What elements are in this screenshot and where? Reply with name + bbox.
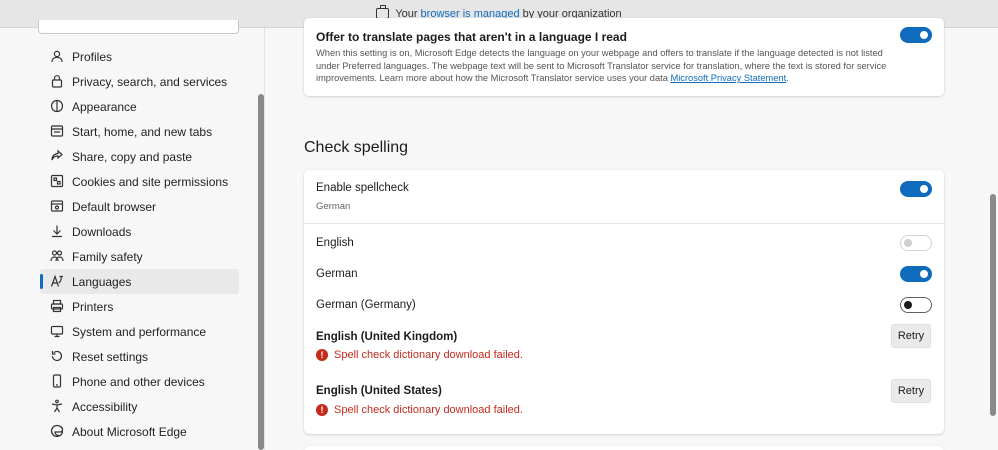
- language-english-uk-label: English (United Kingdom): [316, 331, 458, 343]
- enable-spellcheck-toggle[interactable]: [900, 181, 932, 197]
- sidebar-item-about[interactable]: About Microsoft Edge: [40, 419, 239, 444]
- lock-icon: [50, 74, 64, 88]
- sidebar-item-system[interactable]: System and performance: [40, 319, 239, 344]
- sidebar-item-label: Reset settings: [72, 349, 149, 364]
- sidebar-item-reset[interactable]: Reset settings: [40, 344, 239, 369]
- language-german-germany-toggle[interactable]: [900, 297, 932, 313]
- sidebar-item-label: Phone and other devices: [72, 374, 205, 389]
- english-us-error-text: Spell check dictionary download failed.: [334, 404, 523, 416]
- sidebar-item-label: Profiles: [72, 49, 113, 64]
- sidebar-item-label: Languages: [72, 274, 132, 289]
- sidebar-item-accessibility[interactable]: Accessibility: [40, 394, 239, 419]
- error-icon: !: [316, 349, 328, 361]
- appearance-icon: [50, 99, 64, 113]
- language-german-toggle[interactable]: [900, 266, 932, 282]
- translate-description-text: When this setting is on, Microsoft Edge …: [316, 48, 887, 83]
- privacy-statement-link[interactable]: Microsoft Privacy Statement: [671, 73, 787, 83]
- error-icon: !: [316, 404, 328, 416]
- printer-icon: [50, 299, 64, 313]
- family-icon: [50, 249, 64, 263]
- language-english-us-label: English (United States): [316, 385, 442, 397]
- phone-icon: [50, 374, 64, 388]
- sidebar-item-family-safety[interactable]: Family safety: [40, 244, 239, 269]
- sidebar-item-phone[interactable]: Phone and other devices: [40, 369, 239, 394]
- sidebar-item-appearance[interactable]: Appearance: [40, 94, 239, 119]
- sidebar-item-default-browser[interactable]: Default browser: [40, 194, 239, 219]
- language-german-label: German: [316, 268, 358, 280]
- divider: [304, 223, 944, 224]
- sidebar-item-share[interactable]: Share, copy and paste: [40, 144, 239, 169]
- english-us-error: ! Spell check dictionary download failed…: [316, 404, 523, 416]
- main-scrollbar[interactable]: [990, 194, 996, 416]
- retry-english-us-button[interactable]: Retry: [891, 379, 931, 403]
- sidebar-item-start-home[interactable]: Start, home, and new tabs: [40, 119, 239, 144]
- enable-spellcheck-sublabel: German: [316, 201, 351, 212]
- profile-icon: [50, 49, 64, 63]
- sidebar-item-label: Appearance: [72, 99, 137, 114]
- accessibility-icon: [50, 399, 64, 413]
- language-english-label: English: [316, 237, 354, 249]
- translate-link-suffix: .: [786, 73, 789, 83]
- settings-nav: Profiles Privacy, search, and services A…: [40, 44, 239, 444]
- retry-english-uk-button[interactable]: Retry: [891, 324, 931, 348]
- translate-toggle[interactable]: [900, 27, 932, 43]
- sidebar-item-label: Accessibility: [72, 399, 138, 414]
- start-home-icon: [50, 124, 64, 138]
- sidebar-item-cookies[interactable]: Cookies and site permissions: [40, 169, 239, 194]
- sidebar-item-label: Privacy, search, and services: [72, 74, 228, 89]
- sidebar-item-label: About Microsoft Edge: [72, 424, 187, 439]
- languages-settings-main: Offer to translate pages that aren't in …: [266, 18, 998, 450]
- language-english-toggle[interactable]: [900, 235, 932, 251]
- enable-spellcheck-label: Enable spellcheck: [316, 182, 409, 194]
- languages-icon: [50, 274, 64, 288]
- language-german-germany-label: German (Germany): [316, 299, 416, 311]
- share-icon: [50, 149, 64, 163]
- sidebar-item-privacy[interactable]: Privacy, search, and services: [40, 69, 239, 94]
- sidebar-scrollbar[interactable]: [258, 94, 264, 450]
- sidebar-item-label: Cookies and site permissions: [72, 174, 229, 189]
- sidebar-item-printers[interactable]: Printers: [40, 294, 239, 319]
- sidebar-item-label: Downloads: [72, 224, 132, 239]
- system-icon: [50, 324, 64, 338]
- edge-icon: [50, 424, 64, 438]
- translate-title: Offer to translate pages that aren't in …: [316, 30, 627, 44]
- sidebar-item-label: Default browser: [72, 199, 157, 214]
- translate-card: Offer to translate pages that aren't in …: [304, 18, 944, 96]
- english-uk-error-text: Spell check dictionary download failed.: [334, 349, 523, 361]
- reset-icon: [50, 349, 64, 363]
- download-icon: [50, 224, 64, 238]
- sidebar-item-label: Family safety: [72, 249, 143, 264]
- default-browser-icon: [50, 199, 64, 213]
- cookies-icon: [50, 174, 64, 188]
- search-settings-input[interactable]: [38, 20, 239, 34]
- sidebar-item-label: Printers: [72, 299, 114, 314]
- settings-sidebar: Profiles Privacy, search, and services A…: [0, 20, 265, 450]
- next-card: [304, 446, 944, 450]
- sidebar-item-label: System and performance: [72, 324, 207, 339]
- sidebar-item-downloads[interactable]: Downloads: [40, 219, 239, 244]
- sidebar-item-label: Start, home, and new tabs: [72, 124, 213, 139]
- translate-description: When this setting is on, Microsoft Edge …: [316, 47, 896, 85]
- sidebar-item-profiles[interactable]: Profiles: [40, 44, 239, 69]
- english-uk-error: ! Spell check dictionary download failed…: [316, 349, 523, 361]
- sidebar-item-languages[interactable]: Languages: [40, 269, 239, 294]
- check-spelling-heading: Check spelling: [304, 139, 409, 156]
- spellcheck-card: Enable spellcheck German English German …: [304, 170, 944, 434]
- sidebar-item-label: Share, copy and paste: [72, 149, 193, 164]
